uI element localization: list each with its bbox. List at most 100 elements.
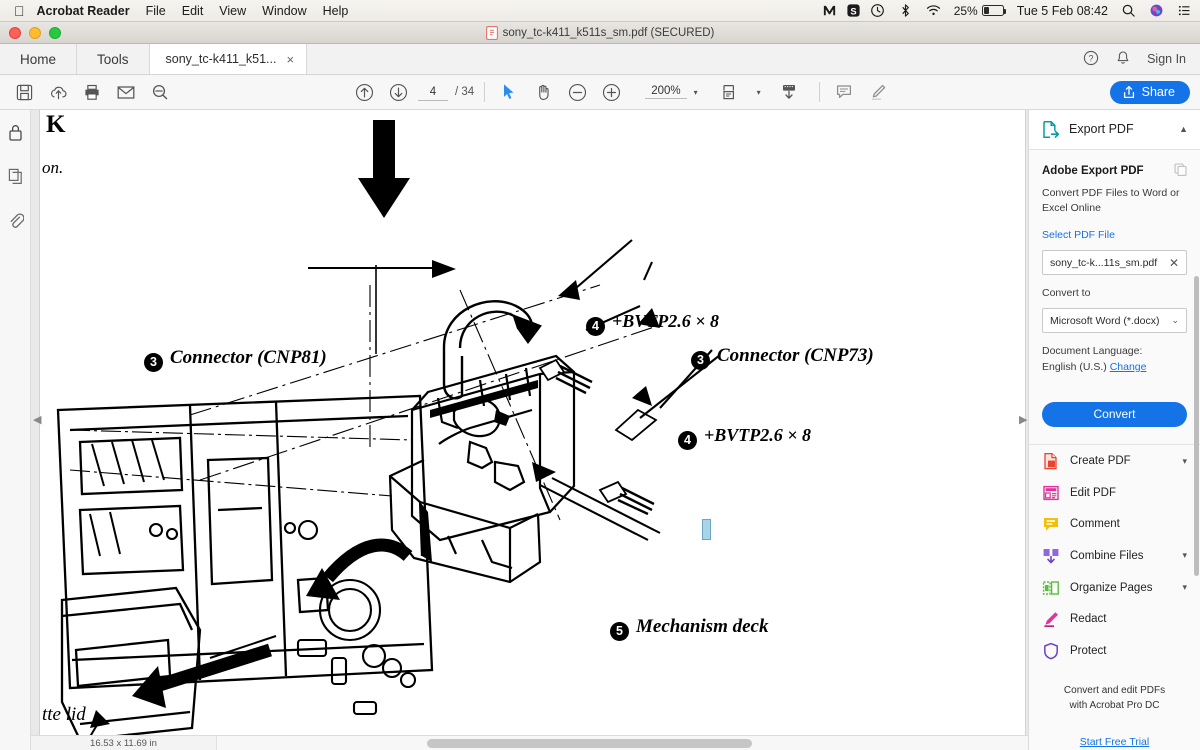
technical-diagram bbox=[56, 120, 721, 735]
lock-icon[interactable] bbox=[7, 123, 24, 147]
page-thumbnails-icon[interactable] bbox=[7, 167, 24, 191]
scroll-mode-icon[interactable] bbox=[775, 79, 803, 105]
menu-item-edit[interactable]: Edit bbox=[182, 4, 204, 18]
s-icon[interactable]: S bbox=[846, 3, 861, 18]
document-tab[interactable]: sony_tc-k411_k51... × bbox=[149, 44, 308, 74]
adobe-export-pdf-title-text: Adobe Export PDF bbox=[1042, 164, 1144, 177]
window-title-text: sony_tc-k411_k511s_sm.pdf (SECURED) bbox=[502, 26, 715, 39]
menu-bar-clock[interactable]: Tue 5 Feb 08:42 bbox=[1017, 4, 1108, 18]
comment-icon[interactable] bbox=[830, 79, 858, 105]
hand-tool-icon[interactable] bbox=[529, 79, 557, 105]
sidebar-item-combine-files[interactable]: Combine Files ▾ bbox=[1029, 540, 1200, 572]
upload-cloud-icon[interactable] bbox=[44, 79, 72, 105]
menu-item-help[interactable]: Help bbox=[323, 4, 349, 18]
callout-text-bvtp-upper: +BVTP2.6 × 8 bbox=[612, 311, 720, 331]
wifi-icon[interactable] bbox=[926, 3, 941, 18]
callout-bullet-4b: 4 bbox=[678, 430, 697, 450]
chevron-down-icon[interactable]: ▾ bbox=[1182, 582, 1187, 593]
search-icon[interactable] bbox=[146, 79, 174, 105]
text-selection-marker[interactable] bbox=[702, 519, 711, 540]
close-icon[interactable]: ✕ bbox=[1169, 256, 1179, 270]
edit-pdf-icon bbox=[1043, 485, 1059, 500]
document-language-block: Document Language: English (U.S.) Change bbox=[1042, 344, 1187, 376]
sidebar-item-organize-pages[interactable]: Organize Pages ▾ bbox=[1029, 572, 1200, 604]
next-page-edge-arrow[interactable]: ▶ bbox=[1019, 413, 1027, 426]
select-pdf-file-link[interactable]: Select PDF File bbox=[1042, 229, 1187, 241]
battery-indicator[interactable]: 25% bbox=[954, 4, 1007, 18]
tab-home[interactable]: Home bbox=[0, 44, 78, 74]
selected-file-field[interactable]: sony_tc-k...11s_sm.pdf ✕ bbox=[1042, 250, 1187, 275]
fit-page-icon[interactable] bbox=[716, 79, 744, 105]
app-body: K on. tte lid 3 Connector (CNP81) 4 +BVTP2… bbox=[0, 110, 1200, 750]
sign-in-button[interactable]: Sign In bbox=[1147, 52, 1186, 66]
horizontal-scrollbar-thumb[interactable] bbox=[427, 738, 752, 748]
sidebar-item-redact[interactable]: Redact bbox=[1029, 603, 1200, 635]
apple-icon[interactable]:  bbox=[14, 4, 25, 18]
callout-bullet-4a: 4 bbox=[586, 316, 605, 336]
chevron-down-icon[interactable]: ⌄ bbox=[1171, 315, 1179, 326]
adobe-export-pdf-heading: Adobe Export PDF bbox=[1042, 163, 1187, 179]
sidebar-item-label: Organize Pages bbox=[1070, 581, 1153, 594]
sidebar-item-edit-pdf[interactable]: Edit PDF bbox=[1029, 477, 1200, 509]
sidebar-item-create-pdf[interactable]: Create PDF ▾ bbox=[1029, 445, 1200, 477]
selected-file-name: sony_tc-k...11s_sm.pdf bbox=[1050, 256, 1158, 269]
copy-icon[interactable] bbox=[1174, 163, 1187, 179]
document-tab-label: sony_tc-k411_k51... bbox=[165, 52, 277, 66]
sidebar-item-comment[interactable]: Comment bbox=[1029, 508, 1200, 540]
help-icon[interactable]: ? bbox=[1083, 50, 1099, 69]
callout-text-cnp73: Connector (CNP73) bbox=[717, 345, 874, 366]
select-cursor-icon[interactable] bbox=[495, 79, 523, 105]
email-icon[interactable] bbox=[112, 79, 140, 105]
sidebar-item-protect[interactable]: Protect bbox=[1029, 635, 1200, 667]
screw-lower bbox=[598, 480, 655, 516]
chevron-down-icon[interactable]: ▾ bbox=[694, 88, 698, 97]
tab-strip: Home Tools sony_tc-k411_k51... × ? Sign … bbox=[0, 44, 1200, 75]
protect-shield-icon bbox=[1044, 642, 1058, 660]
convert-to-select[interactable]: Microsoft Word (*.docx) ⌄ bbox=[1042, 308, 1187, 333]
close-tab-icon[interactable]: × bbox=[286, 52, 294, 67]
menu-item-window[interactable]: Window bbox=[262, 4, 306, 18]
chevron-down-icon[interactable]: ▾ bbox=[1182, 456, 1187, 467]
menu-item-file[interactable]: File bbox=[146, 4, 166, 18]
clock-history-icon[interactable] bbox=[870, 3, 885, 18]
document-viewport[interactable]: K on. tte lid 3 Connector (CNP81) 4 +BVTP2… bbox=[31, 110, 1028, 750]
chevron-up-icon[interactable]: ▲ bbox=[1179, 124, 1188, 134]
tab-tools[interactable]: Tools bbox=[77, 44, 150, 74]
menu-item-view[interactable]: View bbox=[219, 4, 246, 18]
previous-page-icon[interactable] bbox=[350, 79, 378, 105]
search-icon[interactable] bbox=[1121, 3, 1136, 18]
export-pdf-panel-header[interactable]: Export PDF ▲ bbox=[1029, 110, 1200, 150]
pdf-page[interactable]: K on. tte lid 3 Connector (CNP81) 4 +BVTP2… bbox=[40, 110, 1025, 735]
sidebar-item-label: Create PDF bbox=[1070, 455, 1131, 468]
page-number-input[interactable]: 4 bbox=[418, 84, 448, 101]
bluetooth-icon[interactable] bbox=[898, 3, 913, 18]
previous-page-edge-arrow[interactable]: ◀ bbox=[33, 413, 41, 426]
zoom-level-value[interactable]: 200% bbox=[645, 85, 687, 99]
window-title: sony_tc-k411_k511s_sm.pdf (SECURED) bbox=[0, 25, 1200, 40]
zoom-in-icon[interactable] bbox=[597, 79, 625, 105]
zoom-out-icon[interactable] bbox=[563, 79, 591, 105]
change-language-link[interactable]: Change bbox=[1110, 361, 1147, 373]
bell-icon[interactable] bbox=[1115, 50, 1131, 69]
save-icon[interactable] bbox=[10, 79, 38, 105]
siri-icon[interactable] bbox=[1149, 3, 1164, 18]
next-page-icon[interactable] bbox=[384, 79, 412, 105]
start-free-trial-link[interactable]: Start Free Trial bbox=[1029, 734, 1200, 750]
convert-button[interactable]: Convert bbox=[1042, 401, 1187, 428]
menu-app-name[interactable]: Acrobat Reader bbox=[37, 4, 130, 18]
highlight-pen-icon[interactable] bbox=[864, 79, 892, 105]
export-pdf-panel-body: Adobe Export PDF Convert PDF Files to Wo… bbox=[1029, 150, 1200, 376]
sidebar-scrollbar-thumb[interactable] bbox=[1194, 276, 1199, 576]
print-icon[interactable] bbox=[78, 79, 106, 105]
fit-page-chevron-icon[interactable]: ▾ bbox=[757, 88, 761, 97]
m-icon[interactable] bbox=[822, 3, 837, 18]
chevron-down-icon[interactable]: ▾ bbox=[1182, 550, 1187, 561]
share-button[interactable]: Share bbox=[1109, 80, 1190, 104]
leader-arrow-1 bbox=[432, 260, 456, 278]
horizontal-scrollbar-track[interactable] bbox=[216, 735, 1028, 750]
control-center-icon[interactable] bbox=[1177, 3, 1192, 18]
share-label: Share bbox=[1141, 85, 1175, 99]
callout-bvtp-lower: 4 +BVTP2.6 × 8 bbox=[678, 425, 811, 450]
callout-bullet-3b: 3 bbox=[691, 350, 710, 370]
attachment-icon[interactable] bbox=[7, 211, 24, 235]
